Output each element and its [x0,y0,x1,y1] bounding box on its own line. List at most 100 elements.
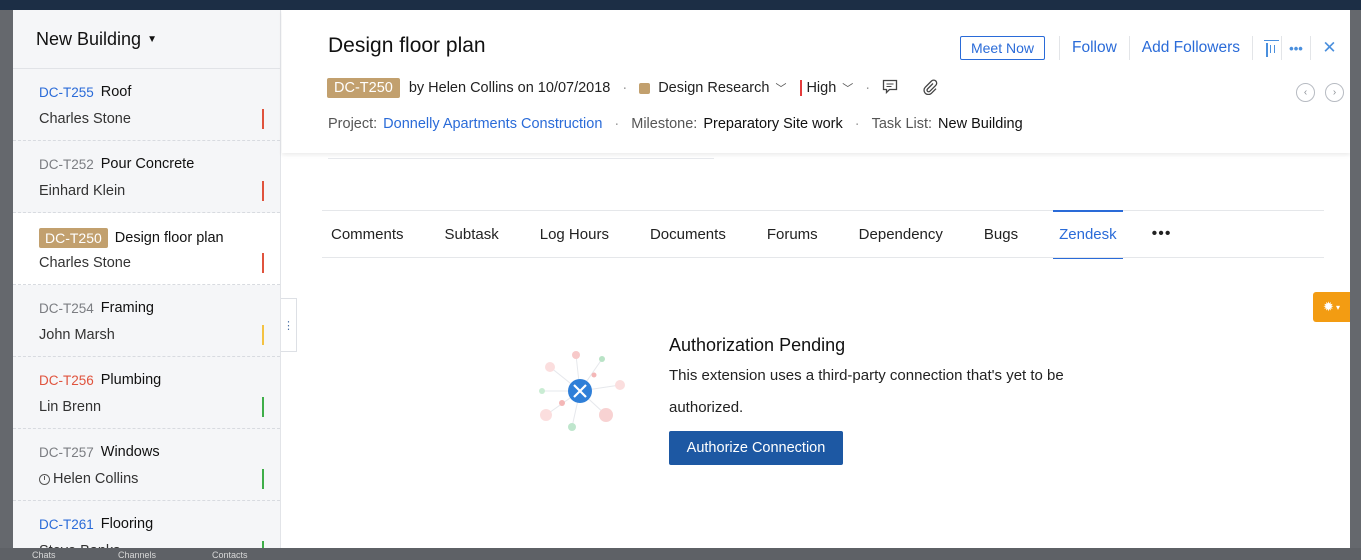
project-link[interactable]: Donnelly Apartments Construction [383,116,602,132]
priority-indicator [262,469,264,489]
tab-log-hours[interactable]: Log Hours [540,211,609,258]
caret-down-icon: ▼ [147,33,157,45]
priority-indicator [262,541,264,548]
detail-tabs: Comments Subtask Log Hours Documents Forums D… [322,209,1324,259]
tab-comments[interactable]: Comments [331,211,404,258]
task-id: DC-T250 [39,228,108,248]
task-detail-modal: New Building ▼ DC-T255 Roof Charles Stone D… [13,10,1350,548]
task-id: DC-T252 [39,156,94,172]
empty-state-text: This extension uses a third-party connec… [669,367,1064,416]
task-owner: John Marsh [39,327,115,343]
more-options-icon[interactable]: ••• [1281,36,1310,60]
priority-indicator [262,181,264,201]
task-list-item[interactable]: DC-T250 Design floor plan Charles Stone [13,213,280,285]
task-name: Plumbing [100,372,162,388]
task-list-item[interactable]: DC-T261 Flooring Steve Banks [13,501,280,548]
task-id: DC-T256 [39,372,94,388]
task-list-item[interactable]: DC-T256 Plumbing Lin Brenn [13,357,280,429]
project-label: Project: [328,116,378,132]
comment-icon[interactable] [882,79,898,97]
task-detail: Design floor plan Meet Now Follow Add Fo… [282,10,1350,548]
tab-subtask[interactable]: Subtask [445,211,499,258]
task-list-item-header: DC-T256 Plumbing [39,372,161,388]
follow-link[interactable]: Follow [1058,36,1129,60]
more-tabs-icon[interactable]: ••• [1152,225,1172,243]
task-owner-name: Steve Banks [39,543,120,548]
separator-dot: · [614,116,620,132]
chevron-down-icon: ▾ [1335,302,1340,312]
task-owner: Einhard Klein [39,183,125,199]
task-id: DC-T255 [39,84,94,100]
attachment-icon[interactable] [922,78,938,98]
authorize-connection-button[interactable]: Authorize Connection [669,431,843,465]
task-owner: Lin Brenn [39,399,101,415]
milestone-label: Milestone: [631,116,698,132]
task-owner: Charles Stone [39,111,131,127]
close-icon[interactable]: ✕ [1310,36,1337,60]
task-name: Framing [100,300,154,316]
task-id-badge: DC-T250 [327,78,400,98]
task-list-title: New Building [36,28,142,49]
background-app-footer: Chats Channels Contacts [0,548,1361,560]
trash-icon[interactable] [1252,36,1281,60]
tasklist-value: New Building [938,116,1023,132]
priority-indicator [262,397,264,417]
tab-bugs[interactable]: Bugs [984,211,1018,258]
settings-widget[interactable]: ✹ ▾ [1313,292,1350,322]
task-id: DC-T261 [39,516,94,532]
task-id: DC-T257 [39,444,94,460]
tab-dependency[interactable]: Dependency [859,211,943,258]
task-list-item-header: DC-T250 Design floor plan [39,228,224,248]
tab-documents[interactable]: Documents [650,211,726,258]
tasklist-label: Task List: [871,116,933,132]
chevron-down-icon: ﹀ [775,83,787,95]
task-list: DC-T255 Roof Charles Stone DC-T252 Pour Conc… [13,69,280,548]
category-label: Design Research [658,80,770,96]
connection-illustration [532,345,632,435]
category-dropdown[interactable]: Design Research ﹀ [639,80,786,96]
next-task-icon[interactable]: › [1325,83,1344,102]
task-list-selector[interactable]: New Building ▼ [13,10,280,69]
task-name: Design floor plan [114,230,224,246]
task-owner-name: John Marsh [39,327,115,343]
background-app-header [0,0,1361,10]
task-list-item[interactable]: DC-T257 Windows Helen Collins [13,429,280,501]
separator-dot: · [854,116,860,132]
divider [328,158,714,159]
task-owner: Helen Collins [39,471,138,487]
priority-dropdown[interactable]: High ﹀ [800,80,853,96]
task-list-item[interactable]: DC-T252 Pour Concrete Einhard Klein [13,141,280,213]
category-color-swatch [639,82,651,94]
task-id: DC-T254 [39,300,94,316]
tab-forums[interactable]: Forums [767,211,818,258]
task-owner-name: Charles Stone [39,111,131,127]
task-meta: DC-T250 by Helen Collins on 10/07/2018 ·… [327,78,938,98]
background-app-right [1350,10,1361,548]
task-list-item[interactable]: DC-T254 Framing John Marsh [13,285,280,357]
priority-label: High [806,80,837,96]
header-actions: Meet Now Follow Add Followers ••• ✕ [959,36,1337,60]
task-owner-name: Charles Stone [39,255,131,271]
add-followers-link[interactable]: Add Followers [1128,36,1252,60]
background-label-chats: Chats [32,550,56,560]
separator-dot: · [622,80,628,96]
priority-indicator [262,253,264,273]
task-title[interactable]: Design floor plan [328,34,486,58]
tab-zendesk[interactable]: Zendesk [1053,209,1123,259]
task-owner: Charles Stone [39,255,131,271]
meet-now-button[interactable]: Meet Now [959,36,1045,60]
task-list-item-header: DC-T254 Framing [39,300,154,316]
task-list-item[interactable]: DC-T255 Roof Charles Stone [13,69,280,141]
task-name: Windows [100,444,160,460]
task-name: Roof [100,84,132,100]
previous-task-icon[interactable]: ‹ [1296,83,1315,102]
task-owner-name: Einhard Klein [39,183,126,199]
empty-state-title: Authorization Pending [669,335,846,355]
task-list-panel: New Building ▼ DC-T255 Roof Charles Stone D… [13,10,281,548]
priority-indicator [262,325,264,345]
milestone-value: Preparatory Site work [703,116,843,132]
task-list-item-header: DC-T252 Pour Concrete [39,156,194,172]
clock-icon [39,473,50,485]
task-owner: Steve Banks [39,543,120,548]
background-app-left [0,10,13,548]
